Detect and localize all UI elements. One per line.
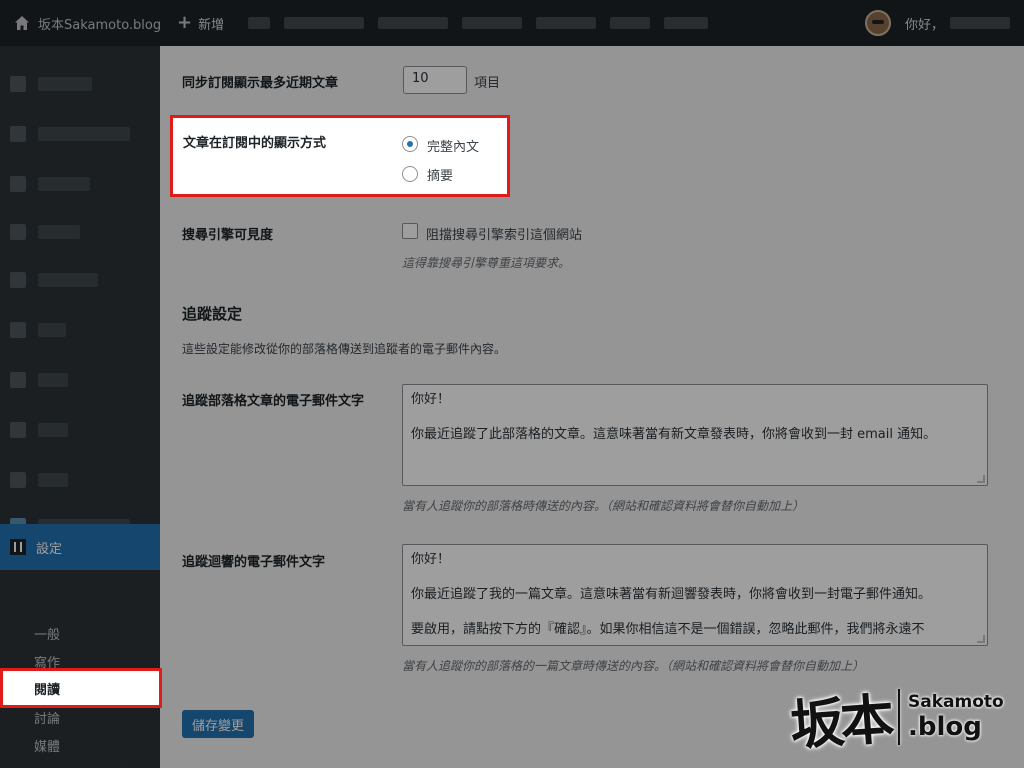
display-mode-highlight: 文章在訂閱中的顯示方式 完整內文 摘要 (170, 115, 510, 197)
menu-icon (10, 176, 26, 192)
full-text-radio[interactable] (402, 136, 418, 152)
comment-email-label: 追蹤迴響的電子郵件文字 (182, 555, 326, 570)
submenu-item-reading[interactable]: 閱讀 (0, 668, 162, 708)
user-greeting: 你好， (904, 17, 944, 33)
email-line: 你最近追蹤了此部落格的文章。這意味著當有新文章發表時，你將會收到一封 email… (411, 427, 937, 443)
submenu-item-general[interactable]: 一般 (34, 624, 60, 643)
search-visibility-hint: 這得靠搜尋引擎尊重這項要求。 (402, 256, 571, 270)
new-label: 新增 (198, 17, 225, 33)
redacted-menu-item[interactable] (38, 273, 98, 287)
menu-icon (10, 76, 26, 92)
excerpt-radio[interactable] (402, 166, 418, 182)
excerpt-label[interactable]: 摘要 (427, 165, 453, 184)
menu-icon (10, 372, 26, 388)
settings-sliders-icon (10, 539, 26, 555)
sidebar-item-settings[interactable]: 設定 (0, 524, 160, 570)
blog-email-label: 追蹤部落格文章的電子郵件文字 (182, 394, 365, 409)
follow-settings-intro: 這些設定能修改從你的部落格傳送到追蹤者的電子郵件內容。 (182, 342, 507, 356)
redacted-menu-item (378, 17, 449, 29)
menu-icon (10, 422, 26, 438)
new-content-button[interactable]: + 新增 (177, 14, 224, 33)
redacted-menu-item (536, 17, 597, 29)
menu-icon (10, 126, 26, 142)
admin-top-bar: 坂本Sakamoto.blog + 新增 你好， (0, 0, 1024, 46)
search-visibility-label: 搜尋引擎可見度 (182, 228, 274, 243)
email-line: 你好！ (411, 552, 451, 567)
redacted-menu-item[interactable] (38, 127, 130, 141)
redacted-menu-item[interactable] (38, 177, 90, 191)
site-name: 坂本Sakamoto.blog (38, 17, 162, 33)
email-line: 你最近追蹤了我的一篇文章。這意味著當有新迴響發表時，你將會收到一封電子郵件通知。 (411, 587, 932, 603)
watermark-kanji: 坂本 (788, 686, 893, 757)
redacted-menu-item[interactable] (38, 225, 80, 239)
redacted-menu-item (664, 17, 709, 29)
recent-posts-label: 同步訂閱顯示最多近期文章 (182, 76, 339, 91)
site-name-link[interactable]: 坂本Sakamoto.blog (0, 14, 165, 33)
site-watermark-logo: 坂本 Sakamoto .blog (788, 672, 1016, 762)
user-account-menu[interactable]: 你好， (864, 0, 1010, 46)
watermark-divider (898, 689, 900, 745)
redacted-menu-item (462, 17, 523, 29)
block-search-checkbox[interactable] (402, 223, 418, 239)
redacted-menu-item[interactable] (38, 77, 92, 91)
watermark-bottom: .blog (908, 712, 982, 742)
watermark-text: Sakamoto .blog (908, 692, 1004, 742)
submenu-item-discussion[interactable]: 討論 (34, 708, 60, 727)
watermark-top: Sakamoto (908, 692, 1004, 712)
menu-icon (10, 322, 26, 338)
email-line (411, 604, 979, 622)
blog-email-hint: 當有人追蹤你的部落格時傳送的內容。（網站和確認資料將會替你自動加上） (402, 499, 805, 513)
display-mode-label: 文章在訂閱中的顯示方式 (183, 136, 327, 151)
redacted-menu-item (284, 17, 365, 29)
recent-posts-input[interactable]: 10 (403, 66, 467, 94)
redacted-username (950, 17, 1010, 29)
email-line: 要啟用，請點按下方的『確認』。如果你相信這不是一個錯誤，忽略此郵件，我們將永遠不 (411, 622, 925, 638)
email-line (411, 569, 979, 587)
email-line: 你好！ (411, 392, 451, 407)
follow-settings-heading: 追蹤設定 (182, 305, 243, 323)
redacted-menu-item[interactable] (38, 473, 68, 487)
blog-email-textarea[interactable]: 你好！ 你最近追蹤了此部落格的文章。這意味著當有新文章發表時，你將會收到一封 e… (402, 384, 988, 486)
menu-icon (10, 472, 26, 488)
save-changes-button[interactable]: 儲存變更 (182, 710, 254, 738)
full-text-label[interactable]: 完整內文 (427, 136, 479, 155)
redacted-menu-item[interactable] (38, 373, 68, 387)
redacted-menu-item (248, 17, 271, 29)
plus-icon: + (177, 12, 193, 33)
email-line (411, 409, 979, 427)
resize-handle[interactable] (977, 475, 985, 483)
redacted-menu-item[interactable] (38, 323, 66, 337)
menu-icon (10, 272, 26, 288)
resize-handle[interactable] (977, 635, 985, 643)
submenu-item-media[interactable]: 媒體 (34, 736, 60, 755)
home-icon (15, 16, 29, 30)
comment-email-textarea[interactable]: 你好！ 你最近追蹤了我的一篇文章。這意味著當有新迴響發表時，你將會收到一封電子郵… (402, 544, 988, 646)
avatar (864, 10, 891, 36)
recent-posts-unit: 項目 (474, 76, 501, 91)
redacted-menu-item (610, 17, 651, 29)
redacted-menu-item[interactable] (38, 423, 68, 437)
block-search-label[interactable]: 阻擋搜尋引擎索引這個網站 (426, 224, 582, 243)
menu-icon (10, 224, 26, 240)
sidebar-item-label: 設定 (36, 541, 63, 557)
